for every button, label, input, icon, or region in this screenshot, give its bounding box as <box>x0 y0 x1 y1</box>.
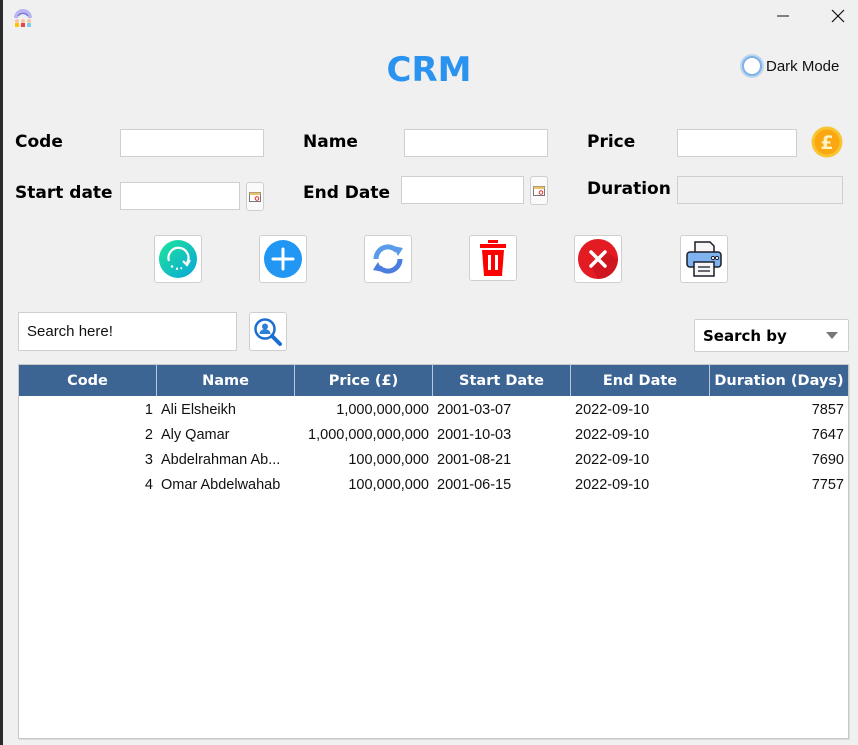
dark-mode-toggle[interactable]: Dark Mode <box>742 56 839 76</box>
cell-duration: 7857 <box>811 401 844 418</box>
cell-code: 1 <box>144 401 153 418</box>
dark-mode-label: Dark Mode <box>766 57 840 75</box>
cell-name: Aly Qamar <box>161 426 230 443</box>
close-icon <box>831 9 845 23</box>
cell-name: Omar Abdelwahab <box>161 476 281 493</box>
price-label: Price <box>587 132 636 152</box>
duration-label: Duration <box>587 179 671 199</box>
cell-price: 1,000,000,000,000 <box>308 426 429 443</box>
column-header-duration[interactable]: Duration (Days) <box>710 365 848 396</box>
delete-button[interactable] <box>469 235 517 281</box>
cell-start-date: 2001-06-15 <box>437 476 512 493</box>
cell-duration: 7757 <box>811 476 844 493</box>
table-header: Code Name Price (£) Start Date End Date … <box>19 365 848 396</box>
trash-icon <box>480 240 506 276</box>
cell-end-date: 2022-09-10 <box>575 476 650 493</box>
add-button[interactable] <box>259 235 307 283</box>
search-button[interactable] <box>249 312 287 351</box>
cell-start-date: 2001-08-21 <box>437 451 512 468</box>
clear-button[interactable] <box>574 235 622 283</box>
cell-code: 2 <box>144 426 153 443</box>
end-date-label: End Date <box>303 183 391 203</box>
search-input-text: Search here! <box>27 323 113 340</box>
price-input[interactable] <box>677 129 797 157</box>
cell-start-date: 2001-10-03 <box>437 426 512 443</box>
end-date-picker-button[interactable] <box>530 176 548 205</box>
x-circle-icon <box>578 239 618 279</box>
start-date-input[interactable] <box>120 182 240 210</box>
cell-price: 1,000,000,000 <box>336 401 429 418</box>
chevron-down-icon <box>826 332 838 339</box>
column-header-name[interactable]: Name <box>157 365 295 396</box>
cell-code: 3 <box>144 451 153 468</box>
records-table: Code Name Price (£) Start Date End Date … <box>18 364 849 739</box>
column-header-end-date[interactable]: End Date <box>571 365 710 396</box>
cell-duration: 7690 <box>811 451 844 468</box>
printer-icon <box>686 241 722 277</box>
circular-arrow-icon <box>159 240 197 278</box>
cell-name: Ali Elsheikh <box>161 401 236 418</box>
update-button[interactable] <box>364 235 412 283</box>
search-by-dropdown[interactable]: Search by <box>694 319 849 352</box>
calendar-icon <box>533 185 545 196</box>
minimize-button[interactable] <box>768 4 798 28</box>
table-row[interactable]: 1 Ali Elsheikh 1,000,000,000 2001-03-07 … <box>19 397 848 422</box>
start-date-picker-button[interactable] <box>246 182 264 211</box>
search-by-selected: Search by <box>703 326 787 345</box>
column-header-start-date[interactable]: Start Date <box>433 365 571 396</box>
table-row[interactable]: 2 Aly Qamar 1,000,000,000,000 2001-10-03… <box>19 422 848 447</box>
minimize-icon <box>777 15 789 17</box>
dark-mode-radio[interactable] <box>742 56 762 76</box>
table-row[interactable]: 4 Omar Abdelwahab 100,000,000 2001-06-15… <box>19 472 848 497</box>
team-rainbow-icon <box>14 9 32 27</box>
app-title: CRM <box>386 50 472 90</box>
cell-end-date: 2022-09-10 <box>575 451 650 468</box>
search-input[interactable]: Search here! <box>18 312 237 351</box>
column-header-code[interactable]: Code <box>19 365 157 396</box>
close-window-button[interactable] <box>823 4 853 28</box>
user-search-icon <box>254 317 282 346</box>
end-date-input[interactable] <box>401 176 524 204</box>
svg-text:£: £ <box>820 132 833 154</box>
code-input[interactable] <box>120 129 264 157</box>
plus-icon <box>264 240 302 278</box>
pound-coin-icon: £ <box>811 126 843 158</box>
name-label: Name <box>303 132 358 152</box>
reload-button[interactable] <box>154 235 202 283</box>
table-row[interactable]: 3 Abdelrahman Ab... 100,000,000 2001-08-… <box>19 447 848 472</box>
cell-code: 4 <box>144 476 153 493</box>
calendar-icon <box>249 191 261 202</box>
start-date-label: Start date <box>15 183 113 203</box>
print-button[interactable] <box>680 235 728 283</box>
sync-icon <box>373 244 403 274</box>
cell-end-date: 2022-09-10 <box>575 401 650 418</box>
name-input[interactable] <box>404 129 548 157</box>
code-label: Code <box>15 132 63 152</box>
cell-price: 100,000,000 <box>348 451 429 468</box>
cell-end-date: 2022-09-10 <box>575 426 650 443</box>
duration-input <box>677 176 843 204</box>
cell-start-date: 2001-03-07 <box>437 401 512 418</box>
cell-duration: 7647 <box>811 426 844 443</box>
column-header-price[interactable]: Price (£) <box>295 365 433 396</box>
cell-name: Abdelrahman Ab... <box>161 451 281 468</box>
cell-price: 100,000,000 <box>348 476 429 493</box>
